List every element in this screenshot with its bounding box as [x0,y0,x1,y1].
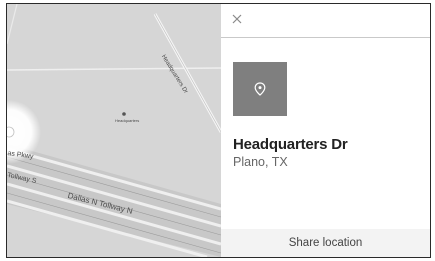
map-road-line [7,4,18,45]
panel-divider [221,37,430,38]
location-pin-icon [254,82,266,96]
place-details-panel: Headquarters Dr Plano, TX Share location [221,4,430,257]
close-icon[interactable] [230,12,244,26]
share-location-label: Share location [288,237,363,249]
map-road-line [7,67,221,71]
poi-marker-icon [122,112,126,116]
place-subtitle: Plano, TX [233,155,288,169]
current-location-dot [7,126,15,138]
poi-label: Headquarters [115,118,140,123]
map-view[interactable]: Headquarters Dr Headquarters as Pkwy Tol… [7,4,221,257]
place-thumbnail [233,62,287,116]
map-canvas[interactable] [7,4,221,257]
map-road-edge [154,13,221,133]
share-location-button[interactable]: Share location [221,229,430,257]
screen-frame: Headquarters Dr Headquarters as Pkwy Tol… [6,3,431,258]
place-name: Headquarters Dr [233,136,348,153]
